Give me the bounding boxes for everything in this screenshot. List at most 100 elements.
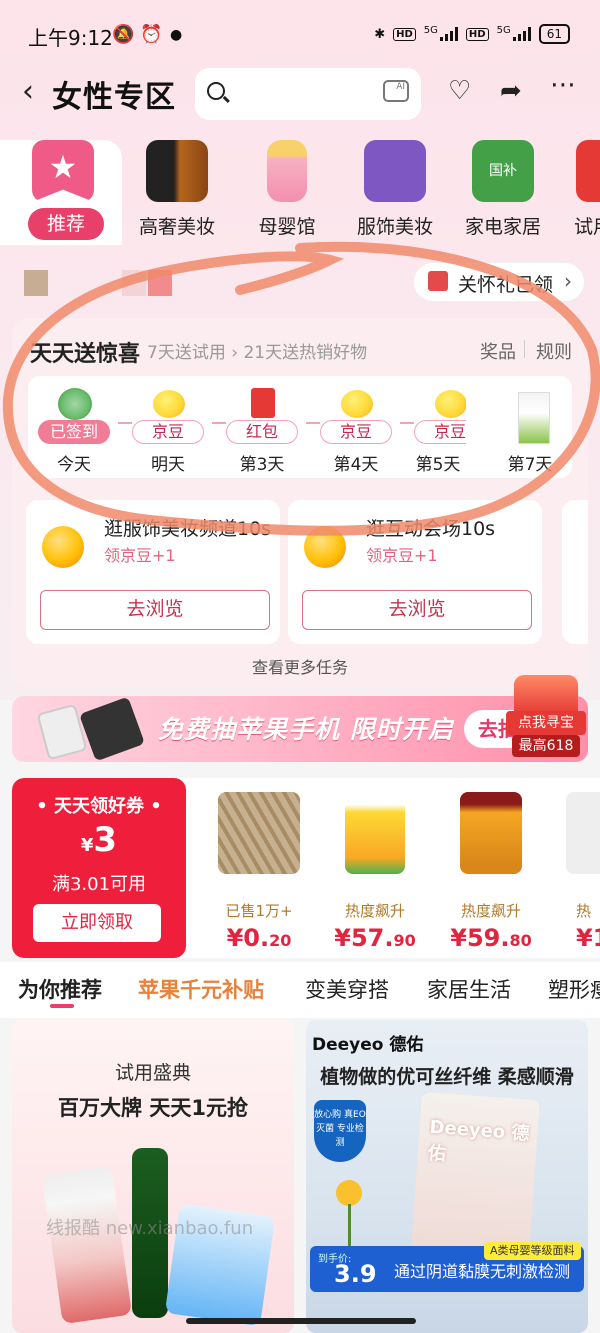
progress-connector xyxy=(212,422,226,424)
cooking-oil-product xyxy=(460,792,522,874)
daily-subtitle-b: 21天送热销好物 xyxy=(243,343,368,363)
corn-oil-product xyxy=(345,792,405,874)
trial-pack-icon xyxy=(518,392,550,444)
product-tile[interactable]: 热度飙升 ¥59.80 xyxy=(436,792,546,958)
category-baby[interactable]: 母婴馆 xyxy=(232,140,342,245)
feed-card-trial[interactable]: 试用盛典 百万大牌 天天1元抢 xyxy=(12,1020,294,1333)
price-main: ¥59. xyxy=(450,924,510,952)
browse-button[interactable]: 去浏览 xyxy=(302,590,532,630)
day-label: 第5天 xyxy=(415,455,461,475)
coupon-card: • 天天领好券 • ¥3 满3.01可用 立即领取 xyxy=(12,778,186,958)
avatar-square xyxy=(148,270,172,296)
red-packet-icon xyxy=(251,388,275,418)
watermark: 线报酷 new.xianbao.fun xyxy=(46,1218,254,1239)
checkin-day[interactable]: 京豆 明天 xyxy=(128,376,208,478)
category-appliance[interactable]: 国补 家电家居 xyxy=(448,140,558,245)
browse-button[interactable]: 去浏览 xyxy=(40,590,270,630)
daily-title: 天天送惊喜 xyxy=(30,342,141,367)
price-decimal: 20 xyxy=(269,931,292,950)
price-main: ¥0. xyxy=(226,924,270,952)
checkin-day[interactable]: 京豆 第5天 xyxy=(410,376,466,478)
appliance-icon: 国补 xyxy=(472,140,534,202)
rules-link[interactable]: 规则 xyxy=(536,338,572,364)
pack-brand: Deeyeo 德佑 xyxy=(427,1116,531,1165)
star-ribbon-icon xyxy=(32,140,94,202)
treasure-hunt-widget[interactable]: 点我寻宝 最高618 xyxy=(506,675,586,761)
category-label: 服饰美妆 xyxy=(356,216,433,238)
daily-subtitle-sep: › xyxy=(231,343,239,363)
checkin-day[interactable]: 红包 第3天 xyxy=(222,376,302,478)
search-icon xyxy=(207,82,225,100)
product-label: 热度飙升 xyxy=(460,902,521,920)
cabbage-icon xyxy=(58,388,92,420)
tab-home-life[interactable]: 家居生活 xyxy=(427,974,511,1004)
category-trial[interactable]: 试用 xyxy=(556,140,600,245)
coupon-strip: • 天天领好券 • ¥3 满3.01可用 立即领取 已售1万+ ¥0.20 热度… xyxy=(12,778,600,958)
task-card: 逛服饰美妆频道10s 领京豆+1 去浏览 xyxy=(26,500,280,644)
task-reward: 领京豆+1 xyxy=(366,546,438,565)
grade-tag: A类母婴等级面料 xyxy=(484,1242,581,1260)
heart-plus-icon[interactable]: ♡ xyxy=(448,76,471,106)
partial-product xyxy=(566,792,600,874)
back-icon[interactable]: ‹ xyxy=(22,74,34,109)
coupon-currency: ¥ xyxy=(80,835,94,856)
search-input[interactable]: AI xyxy=(195,68,421,120)
tab-recommend[interactable]: 为你推荐 xyxy=(18,974,102,1004)
bluetooth-icon: ✱ xyxy=(374,26,386,42)
product-tile[interactable]: 热 ¥1 xyxy=(552,792,600,958)
checkin-day[interactable]: 第7天 xyxy=(490,376,570,478)
share-icon[interactable]: ➦ xyxy=(500,76,522,106)
gift-claimed-chip[interactable]: 关怀礼已领 › xyxy=(413,262,585,302)
price-decimal: 90 xyxy=(393,931,416,950)
category-recommend[interactable]: 推荐 xyxy=(8,140,118,245)
gift-label: 关怀礼已领 xyxy=(458,274,554,296)
clothing-icon xyxy=(364,140,426,202)
bean-coin-icon xyxy=(153,390,185,418)
bean-coin-icon xyxy=(435,390,466,418)
more-icon[interactable]: ⋯ xyxy=(550,70,576,100)
day-tag: 京豆 xyxy=(132,420,204,444)
avatar-square xyxy=(24,270,48,296)
feed-card-deeyeo[interactable]: Deeyeo 德佑 植物做的优可丝纤维 柔感顺滑 放心购 真EO灭菌 专业检测 … xyxy=(306,1020,588,1333)
price-main: ¥1 xyxy=(576,924,600,952)
trial-icon xyxy=(576,140,600,202)
product-price: ¥0.20 xyxy=(204,924,314,952)
alarm-icon: ⏰ xyxy=(140,24,163,45)
product-tile[interactable]: 热度飙升 ¥57.90 xyxy=(320,792,430,958)
banner-text: 免费抽苹果手机 限时开启 xyxy=(158,715,454,744)
claim-coupon-button[interactable]: 立即领取 xyxy=(33,904,161,942)
more-tasks-link[interactable]: 查看更多任务 xyxy=(12,654,588,678)
price-main: ¥57. xyxy=(334,924,394,952)
checkin-day[interactable]: 已签到 今天 xyxy=(34,376,114,478)
camera-search-icon[interactable]: AI xyxy=(383,80,409,102)
tab-beauty-outfit[interactable]: 变美穿搭 xyxy=(305,974,389,1004)
phone-image xyxy=(36,696,152,762)
category-apparel[interactable]: 服饰美妆 xyxy=(340,140,450,245)
day-tag: 红包 xyxy=(226,420,298,444)
bean-coin-icon xyxy=(341,390,373,418)
tab-apple-subsidy[interactable]: 苹果千元补贴 xyxy=(138,974,264,1004)
product-price: ¥57.90 xyxy=(320,924,430,952)
apple-lottery-banner[interactable]: 免费抽苹果手机 限时开启 去抽 xyxy=(12,696,588,762)
daily-surprise-panel: 天天送惊喜 7天送试用 › 21天送热销好物 奖品 规则 已签到 今天 京豆 明… xyxy=(12,318,588,688)
tab-shaping[interactable]: 塑形瘦 xyxy=(548,974,600,1004)
page-title: 女性专区 xyxy=(52,80,176,115)
avatar-square xyxy=(122,270,146,296)
treasure-label: 点我寻宝 xyxy=(506,711,586,735)
task-title: 逛服饰美妆频道10s xyxy=(104,518,272,540)
brand-logo: Deeyeo 德佑 xyxy=(312,1035,424,1055)
bell-mute-icon: 🔕 xyxy=(112,24,135,45)
day-tag: 已签到 xyxy=(38,420,110,444)
flower-icon xyxy=(336,1180,362,1206)
coupon-condition: 满3.01可用 xyxy=(51,874,147,895)
progress-connector xyxy=(306,422,320,424)
day-label: 明天 xyxy=(151,455,185,475)
product-label: 已售1万+ xyxy=(225,902,293,920)
category-luxury-cosmetics[interactable]: 高奢美妆 xyxy=(122,140,232,245)
checkin-day[interactable]: 京豆 第4天 xyxy=(316,376,396,478)
quality-shield-badge: 放心购 真EO灭菌 专业检测 xyxy=(314,1100,366,1162)
phone-icon xyxy=(36,703,88,761)
home-indicator[interactable] xyxy=(186,1318,416,1324)
prizes-link[interactable]: 奖品 xyxy=(480,338,516,364)
product-tile[interactable]: 已售1万+ ¥0.20 xyxy=(204,792,314,958)
